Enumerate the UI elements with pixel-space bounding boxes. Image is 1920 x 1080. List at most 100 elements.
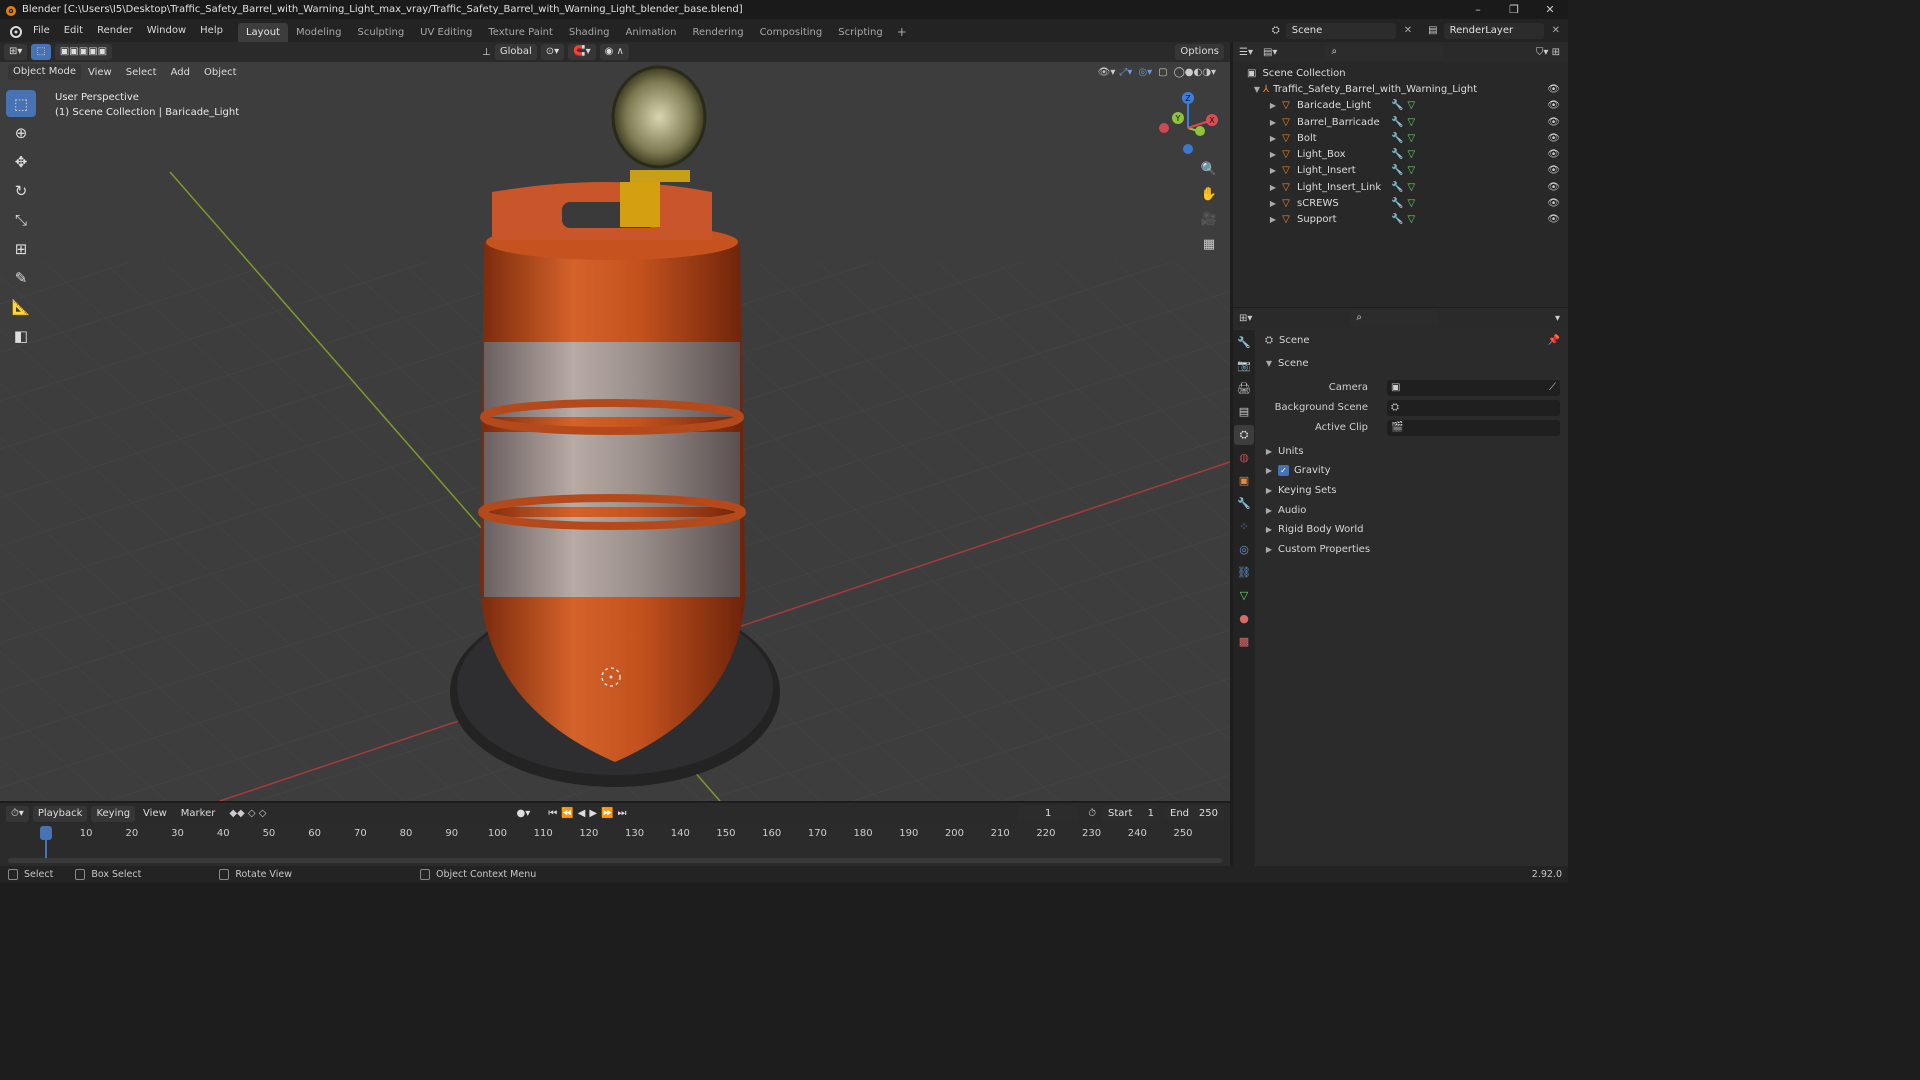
modifier-wrench-icon[interactable]: 🔧 — [1391, 214, 1403, 225]
visibility-icon[interactable]: 👁▾ — [1098, 67, 1116, 78]
menu-help[interactable]: Help — [193, 25, 230, 36]
outliner-collection[interactable]: ▼ ⅄ Traffic_Safety_Barrel_with_Warning_L… — [1233, 81, 1568, 97]
properties-search-input[interactable]: ⌕ — [1350, 310, 1439, 326]
mesh-data-icon[interactable]: ▽ — [1407, 100, 1415, 111]
select-tool-icon[interactable]: ⬚ — [31, 44, 51, 60]
gizmo-toggle-icon[interactable]: ⤢▾ — [1119, 67, 1132, 78]
visibility-eye-icon[interactable]: 👁 — [1547, 100, 1560, 111]
visibility-eye-icon[interactable]: 👁 — [1547, 165, 1560, 176]
overlay-toggle-icon[interactable]: ◎▾ — [1138, 67, 1152, 78]
select-box-tool-icon[interactable]: ⬚ — [6, 90, 36, 117]
pivot-point-icon[interactable]: ⊙▾ — [540, 44, 565, 60]
mesh-data-icon[interactable]: ▽ — [1407, 149, 1415, 160]
menu-file[interactable]: File — [26, 25, 57, 36]
modifier-wrench-icon[interactable]: 🔧 — [1391, 100, 1403, 111]
modifier-wrench-icon[interactable]: 🔧 — [1391, 117, 1403, 128]
keying-menu[interactable]: Keying — [91, 805, 136, 822]
modifier-wrench-icon[interactable]: 🔧 — [1391, 198, 1403, 209]
current-frame-field[interactable]: 1 — [1018, 805, 1079, 822]
tab-compositing[interactable]: Compositing — [752, 23, 831, 42]
transform-orientation-dropdown[interactable]: Global — [494, 44, 537, 60]
measure-tool-icon[interactable]: 📐 — [6, 293, 36, 320]
end-frame-field[interactable]: End 250 — [1164, 805, 1224, 822]
mesh-data-icon[interactable]: ▽ — [1407, 198, 1415, 209]
cursor-tool-icon[interactable]: ⊕ — [6, 119, 36, 146]
visibility-eye-icon[interactable]: 👁 — [1547, 214, 1560, 225]
rotate-tool-icon[interactable]: ↻ — [6, 177, 36, 204]
modifier-wrench-icon[interactable]: 🔧 — [1391, 149, 1403, 160]
panel-custom-properties[interactable]: ▶ Custom Properties — [1257, 540, 1568, 560]
minimize-button[interactable]: – — [1460, 0, 1496, 19]
timeline-scrollbar[interactable] — [8, 858, 1222, 863]
active-clip-field[interactable]: 🎬 — [1387, 419, 1560, 436]
render-tab-icon[interactable]: 📷 — [1234, 356, 1254, 376]
menu-window[interactable]: Window — [140, 25, 193, 36]
record-icon[interactable]: ●▾ — [516, 808, 530, 819]
filter-icon[interactable]: ⛉▾ ⊞ — [1536, 47, 1560, 58]
options-dropdown[interactable]: Options — [1175, 44, 1224, 60]
scale-tool-icon[interactable]: ⤡ — [6, 206, 36, 233]
view-layer-tab-icon[interactable]: ▤ — [1234, 402, 1254, 422]
maximize-button[interactable]: ❐ — [1496, 0, 1532, 19]
viewport-menu-object[interactable]: Object — [197, 67, 244, 78]
navigation-gizmo[interactable]: Z Y X — [1150, 88, 1230, 168]
visibility-eye-icon[interactable]: 👁 — [1547, 149, 1560, 160]
constraints-tab-icon[interactable]: ⛓ — [1234, 563, 1254, 583]
panel-gravity[interactable]: ▶ ✓ Gravity — [1257, 461, 1568, 481]
scene-close-icon[interactable]: ✕ — [1404, 25, 1412, 36]
modifier-tab-icon[interactable]: 🔧 — [1234, 494, 1254, 514]
mesh-data-icon[interactable]: ▽ — [1407, 214, 1415, 225]
tab-texture-paint[interactable]: Texture Paint — [480, 23, 561, 42]
expand-arrow-icon[interactable]: ▶ — [1267, 118, 1279, 127]
background-scene-field[interactable]: ⛭ — [1387, 399, 1560, 416]
add-workspace-icon[interactable]: + — [891, 23, 913, 42]
snap-icon[interactable]: 🧲▾ — [568, 44, 596, 60]
start-frame-field[interactable]: Start 1 — [1102, 805, 1160, 822]
outliner-item[interactable]: ▶ ▽ Light_Insert_Link 🔧 ▽ 👁 — [1233, 179, 1568, 195]
expand-arrow-icon[interactable]: ▼ — [1251, 85, 1263, 94]
tool-tab-icon[interactable]: 🔧 — [1234, 333, 1254, 353]
timeline-view-menu[interactable]: View — [143, 808, 167, 819]
playback-menu[interactable]: Playback — [32, 805, 88, 822]
object-mode-dropdown[interactable]: Object Mode — [8, 64, 81, 80]
tab-scripting[interactable]: Scripting — [830, 23, 890, 42]
tab-rendering[interactable]: Rendering — [684, 23, 751, 42]
view-layer-close-icon[interactable]: ✕ — [1552, 25, 1560, 36]
close-button[interactable]: ✕ — [1532, 0, 1568, 19]
outliner-item[interactable]: ▶ ▽ Bolt 🔧 ▽ 👁 — [1233, 130, 1568, 146]
add-cube-tool-icon[interactable]: ◧ — [6, 322, 36, 349]
world-tab-icon[interactable]: ◍ — [1234, 448, 1254, 468]
proportional-edit-icon[interactable]: ◉ ∧ — [599, 44, 629, 60]
modifier-wrench-icon[interactable]: 🔧 — [1391, 133, 1403, 144]
expand-arrow-icon[interactable]: ▶ — [1267, 199, 1279, 208]
visibility-eye-icon[interactable]: 👁 — [1547, 182, 1560, 193]
outliner-item[interactable]: ▶ ▽ Barrel_Barricade 🔧 ▽ 👁 — [1233, 114, 1568, 130]
eyedropper-icon[interactable]: ⟋ — [1549, 382, 1556, 393]
view-layer-selector[interactable]: RenderLayer — [1443, 22, 1544, 39]
viewport-menu-view[interactable]: View — [81, 67, 119, 78]
physics-tab-icon[interactable]: ◎ — [1234, 540, 1254, 560]
modifier-wrench-icon[interactable]: 🔧 — [1391, 165, 1403, 176]
gravity-checkbox[interactable]: ✓ — [1278, 465, 1289, 477]
marker-menu[interactable]: Marker — [181, 808, 216, 819]
scene-selector[interactable]: Scene — [1285, 22, 1396, 39]
pin-icon[interactable]: 📌 — [1548, 335, 1560, 346]
outliner-item[interactable]: ▶ ▽ Light_Insert 🔧 ▽ 👁 — [1233, 163, 1568, 179]
outliner-item[interactable]: ▶ ▽ Support 🔧 ▽ 👁 — [1233, 212, 1568, 228]
tab-layout[interactable]: Layout — [237, 23, 288, 42]
texture-tab-icon[interactable]: ▩ — [1234, 632, 1254, 652]
visibility-eye-icon[interactable]: 👁 — [1547, 84, 1560, 95]
modifier-wrench-icon[interactable]: 🔧 — [1391, 182, 1403, 193]
tab-uv-editing[interactable]: UV Editing — [412, 23, 480, 42]
3d-viewport[interactable] — [0, 62, 1230, 801]
properties-options-icon[interactable]: ▾ — [1555, 313, 1560, 324]
annotate-tool-icon[interactable]: ✎ — [6, 264, 36, 291]
outliner-item[interactable]: ▶ ▽ Light_Box 🔧 ▽ 👁 — [1233, 146, 1568, 162]
mesh-data-icon[interactable]: ▽ — [1407, 133, 1415, 144]
object-tab-icon[interactable]: ▣ — [1234, 471, 1254, 491]
outliner-scene-collection[interactable]: ▣ Scene Collection — [1233, 65, 1568, 81]
move-tool-icon[interactable]: ✥ — [6, 148, 36, 175]
tab-sculpting[interactable]: Sculpting — [349, 23, 412, 42]
shading-mode-icons[interactable]: ◯●◐◑▾ — [1174, 67, 1216, 78]
panel-units[interactable]: ▶ Units — [1257, 442, 1568, 462]
